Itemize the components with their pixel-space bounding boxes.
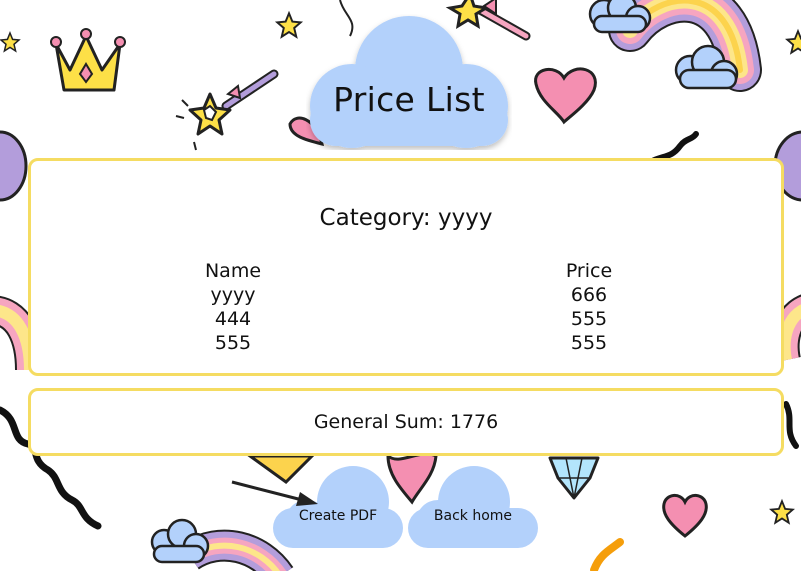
- star-icon: [0, 31, 21, 53]
- page-title: Price List: [333, 80, 485, 119]
- back-home-button[interactable]: Back home: [408, 466, 538, 548]
- table-cell-name: 444: [214, 308, 252, 330]
- heart-icon: [534, 67, 597, 125]
- column-header-name: Name: [204, 260, 262, 282]
- star-icon: [785, 28, 801, 55]
- category-heading: Category: yyyy: [31, 205, 781, 231]
- arrow-pointer-icon: [231, 480, 318, 506]
- column-header-price: Price: [565, 260, 613, 282]
- table-cell-name: 555: [214, 332, 252, 354]
- general-sum-value: 1776: [449, 411, 499, 433]
- rainbow-icon: [588, 0, 762, 92]
- general-sum-label: General Sum:: [313, 411, 444, 433]
- name-column: Name yyyy 444 555: [133, 259, 333, 355]
- diamond-icon: [548, 456, 600, 500]
- table-cell-price: 555: [570, 308, 608, 330]
- general-sum: General Sum: 1776: [31, 411, 781, 433]
- table-cell-price: 666: [570, 284, 608, 306]
- balloon-icon: [0, 130, 28, 202]
- star-icon: [274, 10, 304, 39]
- category-value: yyyy: [438, 205, 493, 231]
- title-cloud: Price List: [306, 14, 512, 150]
- category-label: Category:: [319, 205, 431, 231]
- star-icon: [769, 498, 795, 525]
- price-column: Price 666 555 555: [489, 259, 689, 355]
- heart-icon: [662, 494, 708, 538]
- create-pdf-label: Create PDF: [298, 508, 378, 524]
- back-home-label: Back home: [433, 508, 513, 524]
- rainbow-icon: [150, 518, 294, 571]
- cloud-icon: [408, 466, 538, 548]
- general-sum-panel: General Sum: 1776: [28, 388, 784, 456]
- magic-wand-icon: [175, 69, 279, 151]
- crown-icon: [50, 28, 126, 92]
- table-cell-price: 555: [570, 332, 608, 354]
- price-list-panel: Category: yyyy Name yyyy 444 555 Price 6…: [28, 158, 784, 376]
- decorative-line: [590, 538, 624, 571]
- table-cell-name: yyyy: [210, 284, 256, 306]
